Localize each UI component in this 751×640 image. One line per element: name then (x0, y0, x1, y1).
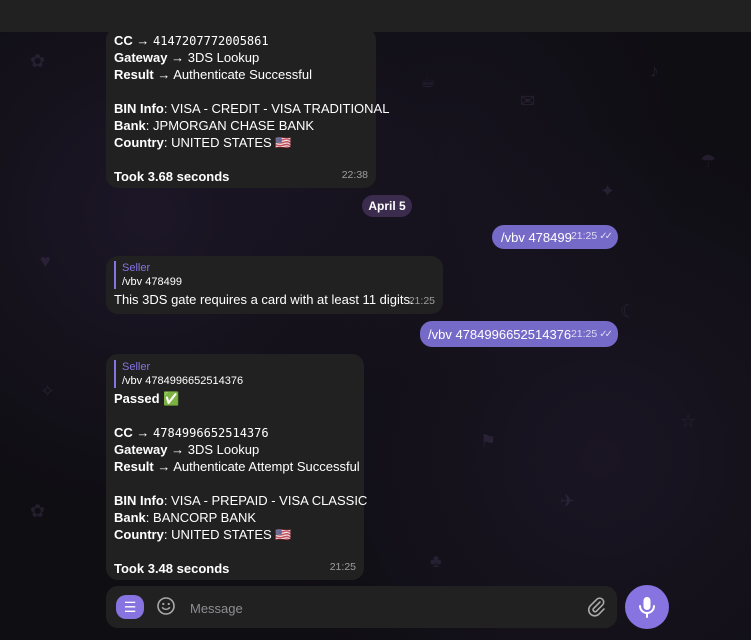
doodle-icon: ☕ (420, 71, 437, 91)
bank-value: : JPMORGAN CHASE BANK (145, 118, 315, 133)
country-value: : UNITED STATES 🇺🇸 (163, 135, 292, 150)
reply-text: /vbv 478499 (122, 276, 182, 288)
doodle-icon: ✧ (40, 381, 56, 401)
bin-label: BIN Info (114, 101, 164, 116)
menu-button[interactable]: ☰ (116, 595, 144, 619)
doodle-icon: ⚑ (480, 431, 497, 451)
message-outgoing[interactable]: /vbv 478499 21:25 ✓✓ (492, 225, 618, 249)
result-label: Result (114, 67, 154, 82)
bin-value: : VISA - PREPAID - VISA CLASSIC (163, 493, 368, 508)
country-label: Country (114, 135, 164, 150)
doodle-icon: ☾ (620, 301, 637, 321)
message-time: 22:38 (341, 169, 368, 181)
bank-label: Bank (114, 510, 146, 525)
gateway-value: → 3DS Lookup (171, 442, 260, 457)
message-composer: ☰ (106, 586, 617, 628)
double-check-icon: ✓✓ (599, 231, 613, 242)
message-text: /vbv 4784996652514376 (428, 327, 572, 342)
emoji-button[interactable] (156, 596, 176, 616)
bank-label: Bank (114, 118, 146, 133)
reply-quote[interactable]: Seller /vbv 4784996652514376 (114, 360, 356, 388)
message-text: /vbv 478499 (501, 230, 572, 245)
attach-button[interactable] (586, 596, 606, 618)
gateway-label: Gateway (114, 442, 168, 457)
result-label: Result (114, 459, 154, 474)
doodle-icon: ✉ (520, 91, 536, 111)
cc-label: CC → (114, 425, 150, 440)
message-outgoing[interactable]: /vbv 4784996652514376 21:25 ✓✓ (420, 321, 618, 347)
country-value: : UNITED STATES 🇺🇸 (163, 527, 292, 542)
reply-text: /vbv 4784996652514376 (122, 375, 244, 387)
took-value: 3.48 seconds (147, 561, 230, 576)
reply-quote[interactable]: Seller /vbv 478499 (114, 261, 435, 289)
message-incoming[interactable]: Seller /vbv 4784996652514376 Passed ✅ CC… (106, 354, 367, 580)
doodle-icon: ✈ (560, 491, 576, 511)
bank-value: : BANCORP BANK (145, 510, 257, 525)
smile-icon (157, 597, 175, 615)
gateway-label: Gateway (114, 50, 168, 65)
menu-icon: ☰ (123, 599, 137, 615)
message-input[interactable] (188, 596, 572, 620)
cc-value[interactable]: 4784996652514376 (153, 426, 269, 440)
doodle-icon: ☂ (700, 151, 717, 171)
country-label: Country (114, 527, 164, 542)
bin-value: : VISA - CREDIT - VISA TRADITIONAL (163, 101, 390, 116)
doodle-icon: ✿ (30, 501, 46, 521)
reply-author: Seller (122, 361, 151, 373)
result-value: → Authenticate Successful (157, 67, 313, 82)
result-value: → Authenticate Attempt Successful (157, 459, 360, 474)
doodle-icon: ♥ (40, 251, 51, 271)
microphone-icon (639, 597, 655, 618)
message-text: This 3DS gate requires a card with at le… (114, 292, 414, 307)
took-label: Took (114, 169, 145, 184)
cc-value[interactable]: 4147207772005861 (153, 34, 269, 48)
reply-author: Seller (122, 262, 151, 274)
message-time: 21:25 (408, 295, 435, 307)
doodle-icon: ☆ (680, 411, 697, 431)
doodle-icon: ♣ (430, 551, 442, 571)
cc-label: CC → (114, 33, 150, 48)
voice-record-button[interactable] (625, 585, 669, 629)
doodle-icon: ✿ (30, 51, 46, 71)
date-divider[interactable]: April 5 (362, 195, 412, 217)
doodle-icon: ✦ (600, 181, 616, 201)
took-value: 3.68 seconds (147, 169, 230, 184)
message-time: 21:25 ✓✓ (570, 230, 613, 242)
took-label: Took (114, 561, 145, 576)
message-incoming[interactable]: CC → 4147207772005861 Gateway → 3DS Look… (106, 28, 389, 188)
doodle-icon: ♪ (650, 61, 659, 81)
double-check-icon: ✓✓ (599, 329, 613, 340)
top-bar (0, 0, 751, 32)
message-incoming[interactable]: Seller /vbv 478499 This 3DS gate require… (106, 256, 443, 314)
message-time: 21:25 ✓✓ (570, 328, 613, 340)
paperclip-icon (588, 597, 605, 617)
message-time: 21:25 (329, 561, 356, 573)
gateway-value: → 3DS Lookup (171, 50, 260, 65)
bin-label: BIN Info (114, 493, 164, 508)
passed-status: Passed ✅ (114, 391, 180, 406)
